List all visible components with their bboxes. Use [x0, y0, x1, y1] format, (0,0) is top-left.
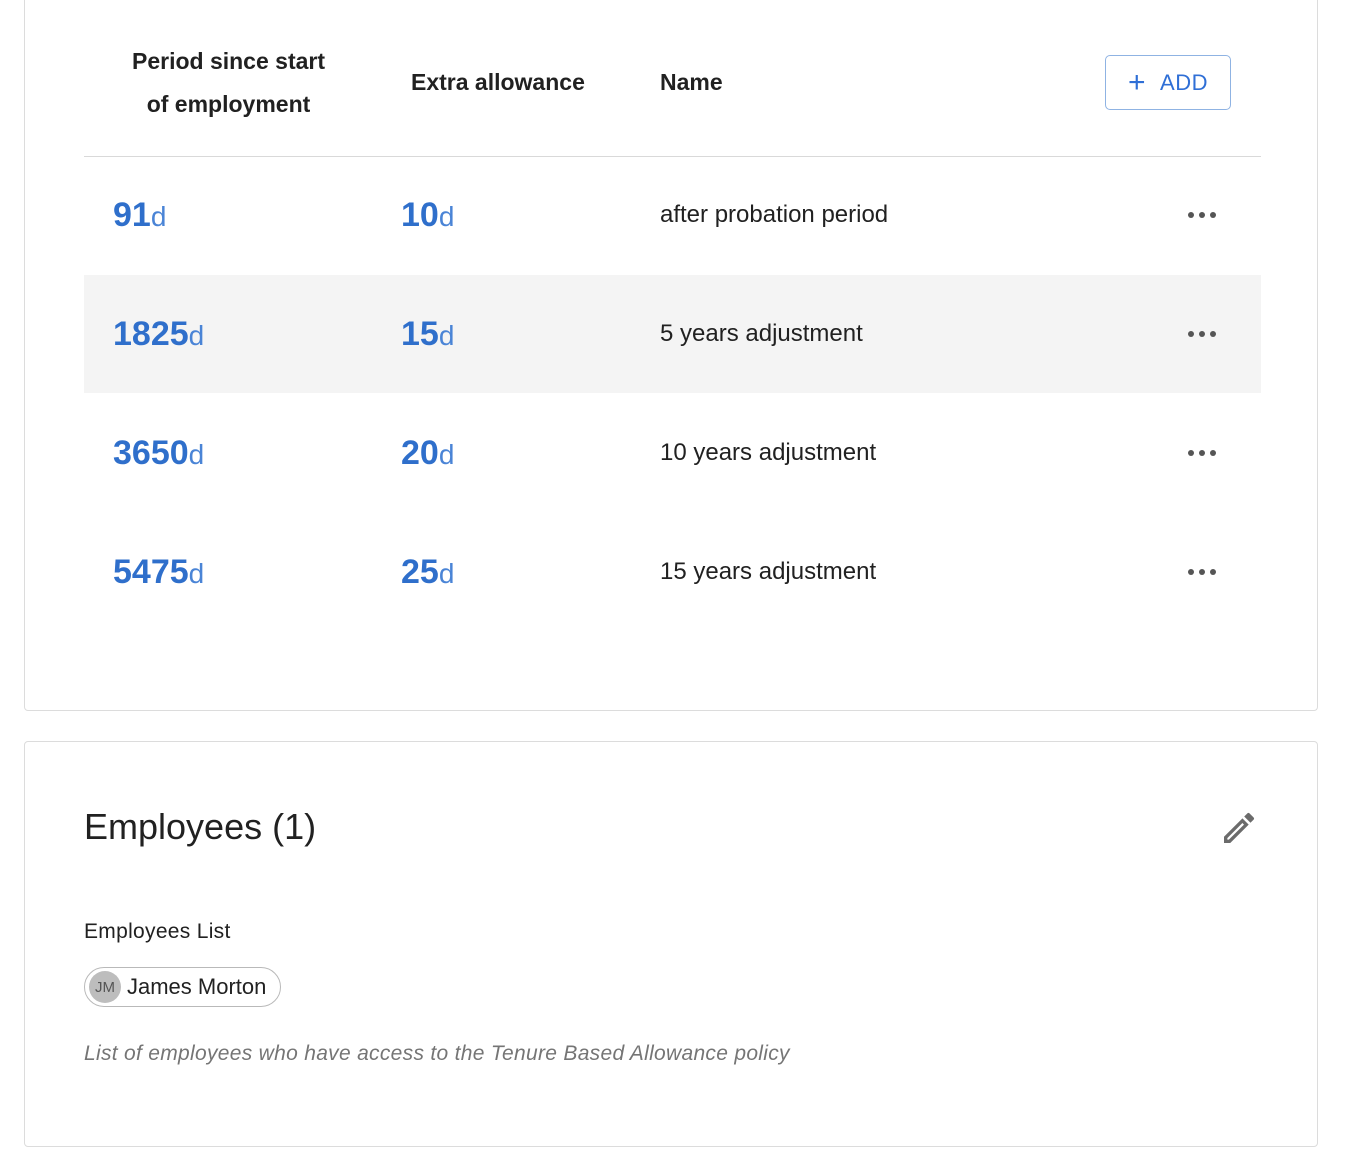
period-cell: 1825d — [113, 275, 204, 393]
extra-allowance-cell: 10d — [401, 156, 454, 274]
employees-title: Employees (1) — [84, 806, 317, 847]
extra-allowance-unit: d — [438, 320, 455, 351]
extra-allowance-cell: 20d — [401, 394, 454, 512]
more-horizontal-icon[interactable] — [1180, 200, 1224, 230]
column-header-period: Period since start of employment — [84, 40, 373, 126]
table-row[interactable]: 5475d 25d 15 years adjustment — [84, 513, 1261, 631]
name-cell: after probation period — [660, 201, 889, 228]
period-cell: 3650d — [113, 394, 204, 512]
column-header-period-line1: Period since start — [131, 48, 326, 74]
extra-allowance-value: 25 — [401, 553, 439, 591]
period-cell: 5475d — [113, 513, 204, 631]
extra-allowance-value: 10 — [401, 196, 439, 234]
extra-allowance-value: 15 — [401, 315, 439, 353]
extra-allowance-unit: d — [438, 558, 455, 589]
column-header-extra-allowance: Extra allowance — [411, 69, 585, 95]
employees-helper-text: List of employees who have access to the… — [84, 1042, 790, 1065]
employees-list-label: Employees List — [84, 920, 231, 943]
more-horizontal-icon[interactable] — [1180, 319, 1224, 349]
period-value: 3650 — [113, 434, 189, 472]
plus-icon: + — [1128, 65, 1147, 99]
period-unit: d — [150, 201, 167, 232]
column-header-name: Name — [660, 69, 723, 95]
edit-button[interactable] — [1219, 808, 1259, 848]
extra-allowance-unit: d — [438, 439, 455, 470]
extra-allowance-cell: 15d — [401, 275, 454, 393]
name-cell: 15 years adjustment — [660, 558, 877, 585]
employees-card: Employees (1) Employees List JM James Mo… — [24, 741, 1318, 1147]
tenure-allowance-card: Period since start of employment Extra a… — [24, 0, 1318, 711]
period-value: 5475 — [113, 553, 189, 591]
more-horizontal-icon[interactable] — [1180, 557, 1224, 587]
column-header-period-line2: of employment — [146, 91, 311, 117]
period-cell: 91d — [113, 156, 166, 274]
extra-allowance-unit: d — [438, 201, 455, 232]
name-cell: 10 years adjustment — [660, 439, 877, 466]
table-row[interactable]: 3650d 20d 10 years adjustment — [84, 394, 1261, 512]
table-row[interactable]: 1825d 15d 5 years adjustment — [84, 275, 1261, 393]
add-button-label: ADD — [1160, 69, 1208, 95]
employee-chip[interactable]: JM James Morton — [84, 967, 282, 1007]
table-header: Period since start of employment Extra a… — [84, 0, 1261, 157]
period-unit: d — [188, 558, 205, 589]
period-unit: d — [188, 439, 205, 470]
extra-allowance-value: 20 — [401, 434, 439, 472]
add-button[interactable]: + ADD — [1105, 55, 1231, 110]
period-value: 91 — [113, 196, 151, 234]
more-horizontal-icon[interactable] — [1180, 438, 1224, 468]
employee-chip-name: James Morton — [127, 974, 267, 999]
avatar: JM — [89, 971, 121, 1003]
name-cell: 5 years adjustment — [660, 320, 863, 347]
table-row[interactable]: 91d 10d after probation period — [84, 156, 1261, 274]
period-unit: d — [188, 320, 205, 351]
pencil-icon — [1224, 812, 1255, 843]
period-value: 1825 — [113, 315, 189, 353]
extra-allowance-cell: 25d — [401, 513, 454, 631]
